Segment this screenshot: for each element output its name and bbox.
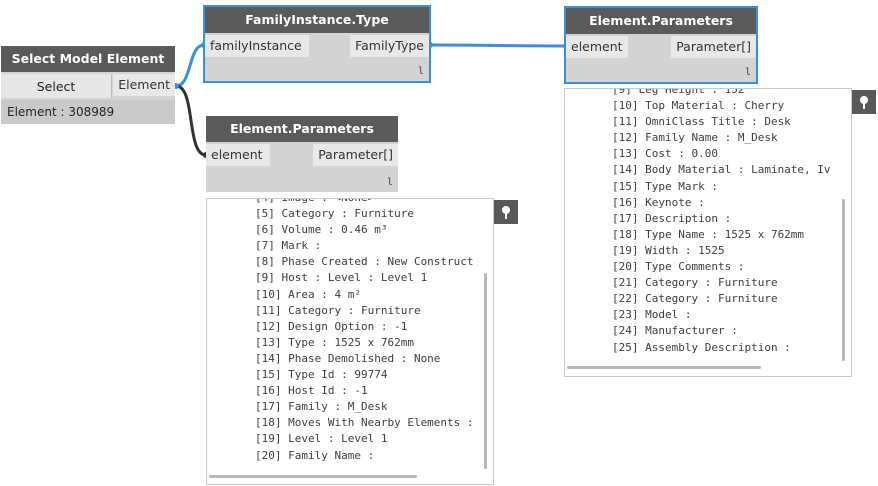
parameter-line: [18] Moves With Nearby Elements : <box>255 416 474 430</box>
horizontal-scrollbar[interactable] <box>209 475 417 478</box>
parameter-line: [17] Family : M_Desk <box>255 400 388 414</box>
vertical-scrollbar[interactable] <box>484 273 487 469</box>
familyinstance-type-node[interactable]: FamilyInstance.Type familyInstance Famil… <box>203 5 431 83</box>
node-title: Element.Parameters <box>206 116 398 142</box>
parameter-list: [9] Leg Height : 152 [10] Top Material : … <box>612 88 831 356</box>
pin-icon[interactable] <box>852 90 876 114</box>
familytype-output-port[interactable]: FamilyType <box>350 35 429 57</box>
parameter-list: [4] Image : <None>[5] Category : Furnitu… <box>255 199 474 464</box>
parameter-line: [19] Level : Level 1 <box>255 432 388 446</box>
parameter-line: [24] Manufacturer : <box>612 324 738 338</box>
lacing-indicator[interactable]: l <box>745 67 751 78</box>
parameter-line: [9] Leg Height : 152 <box>612 88 745 96</box>
node-title: Element.Parameters <box>566 8 756 34</box>
node-title: Select Model Element <box>1 46 175 72</box>
parameter-line: [8] Phase Created : New Construct <box>255 255 474 269</box>
select-model-element-node[interactable]: Select Model Element Select Element Elem… <box>1 46 175 124</box>
parameter-line: [10] Area : 4 m² <box>255 287 361 301</box>
parameter-line: [14] Phase Demolished : None <box>255 351 441 365</box>
parameter-line: [16] Keynote : <box>612 195 705 209</box>
element-value-display: Element : 308989 <box>1 100 175 124</box>
pin-icon[interactable] <box>494 200 518 224</box>
parameter-line: [25] Assembly Description : <box>612 340 791 354</box>
parameter-line: [4] Image : <None> <box>255 199 474 206</box>
parameter-output-port[interactable]: Parameter[] <box>671 36 756 58</box>
parameter-line: [13] Type : 1525 x 762mm <box>255 335 414 349</box>
element-output-port[interactable]: Element <box>113 74 175 96</box>
parameter-line: [18] Type Name : 1525 x 762mm <box>612 227 805 241</box>
lacing-indicator[interactable]: l <box>418 66 424 77</box>
parameter-line: [14] Body Material : Laminate, Iv <box>612 163 831 177</box>
element-input-port[interactable]: element <box>206 144 270 166</box>
wire-familytype-to-element-parameters[interactable] <box>429 43 567 48</box>
parameter-line: [9] Host : Level : Level 1 <box>255 271 428 285</box>
horizontal-scrollbar[interactable] <box>567 366 761 369</box>
familyinstance-input-port[interactable]: familyInstance <box>205 35 309 57</box>
parameter-line: [22] Category : Furniture <box>612 292 778 306</box>
parameter-line: [6] Volume : 0.46 m³ <box>255 223 388 237</box>
parameter-line: [11] Category : Furniture <box>255 303 421 317</box>
parameter-line: [15] Type Id : 99774 <box>255 368 388 382</box>
wire-element-to-element-parameters[interactable] <box>175 84 207 157</box>
parameter-line: [12] Family Name : M_Desk <box>612 131 778 145</box>
element-parameters-node-top[interactable]: Element.Parameters element Parameter[] l <box>564 6 758 84</box>
lacing-indicator[interactable]: l <box>387 177 393 188</box>
select-button[interactable]: Select <box>1 74 112 98</box>
parameter-line: [15] Type Mark : <box>612 179 718 193</box>
node-title: FamilyInstance.Type <box>205 7 429 33</box>
parameter-line: [23] Model : <box>612 308 692 322</box>
parameter-line: [20] Type Comments : <box>612 260 745 274</box>
vertical-scrollbar[interactable] <box>842 199 845 361</box>
parameter-line: [17] Description : <box>612 211 732 225</box>
parameter-line: [10] Top Material : Cherry <box>612 99 785 113</box>
wire-element-to-familyinstance[interactable] <box>175 43 205 88</box>
parameter-line: [16] Host Id : -1 <box>255 384 368 398</box>
parameter-line: [5] Category : Furniture <box>255 207 414 221</box>
preview-bubble-bottom[interactable]: [4] Image : <None>[5] Category : Furnitu… <box>206 198 494 485</box>
element-parameters-node-bottom[interactable]: Element.Parameters element Parameter[] l <box>206 116 398 192</box>
parameter-line: [19] Width : 1525 <box>612 243 725 257</box>
parameter-line: [20] Family Name : <box>255 448 375 462</box>
parameter-line: [12] Design Option : -1 <box>255 319 408 333</box>
parameter-line: [11] OmniClass Title : Desk <box>612 115 791 129</box>
element-input-port[interactable]: element <box>566 36 628 58</box>
parameter-line: [13] Cost : 0.00 <box>612 147 718 161</box>
parameter-line: [21] Category : Furniture <box>612 276 778 290</box>
parameter-output-port[interactable]: Parameter[] <box>313 144 398 166</box>
preview-bubble-top[interactable]: [9] Leg Height : 152 [10] Top Material : … <box>564 88 852 377</box>
parameter-line: [7] Mark : <box>255 239 322 253</box>
